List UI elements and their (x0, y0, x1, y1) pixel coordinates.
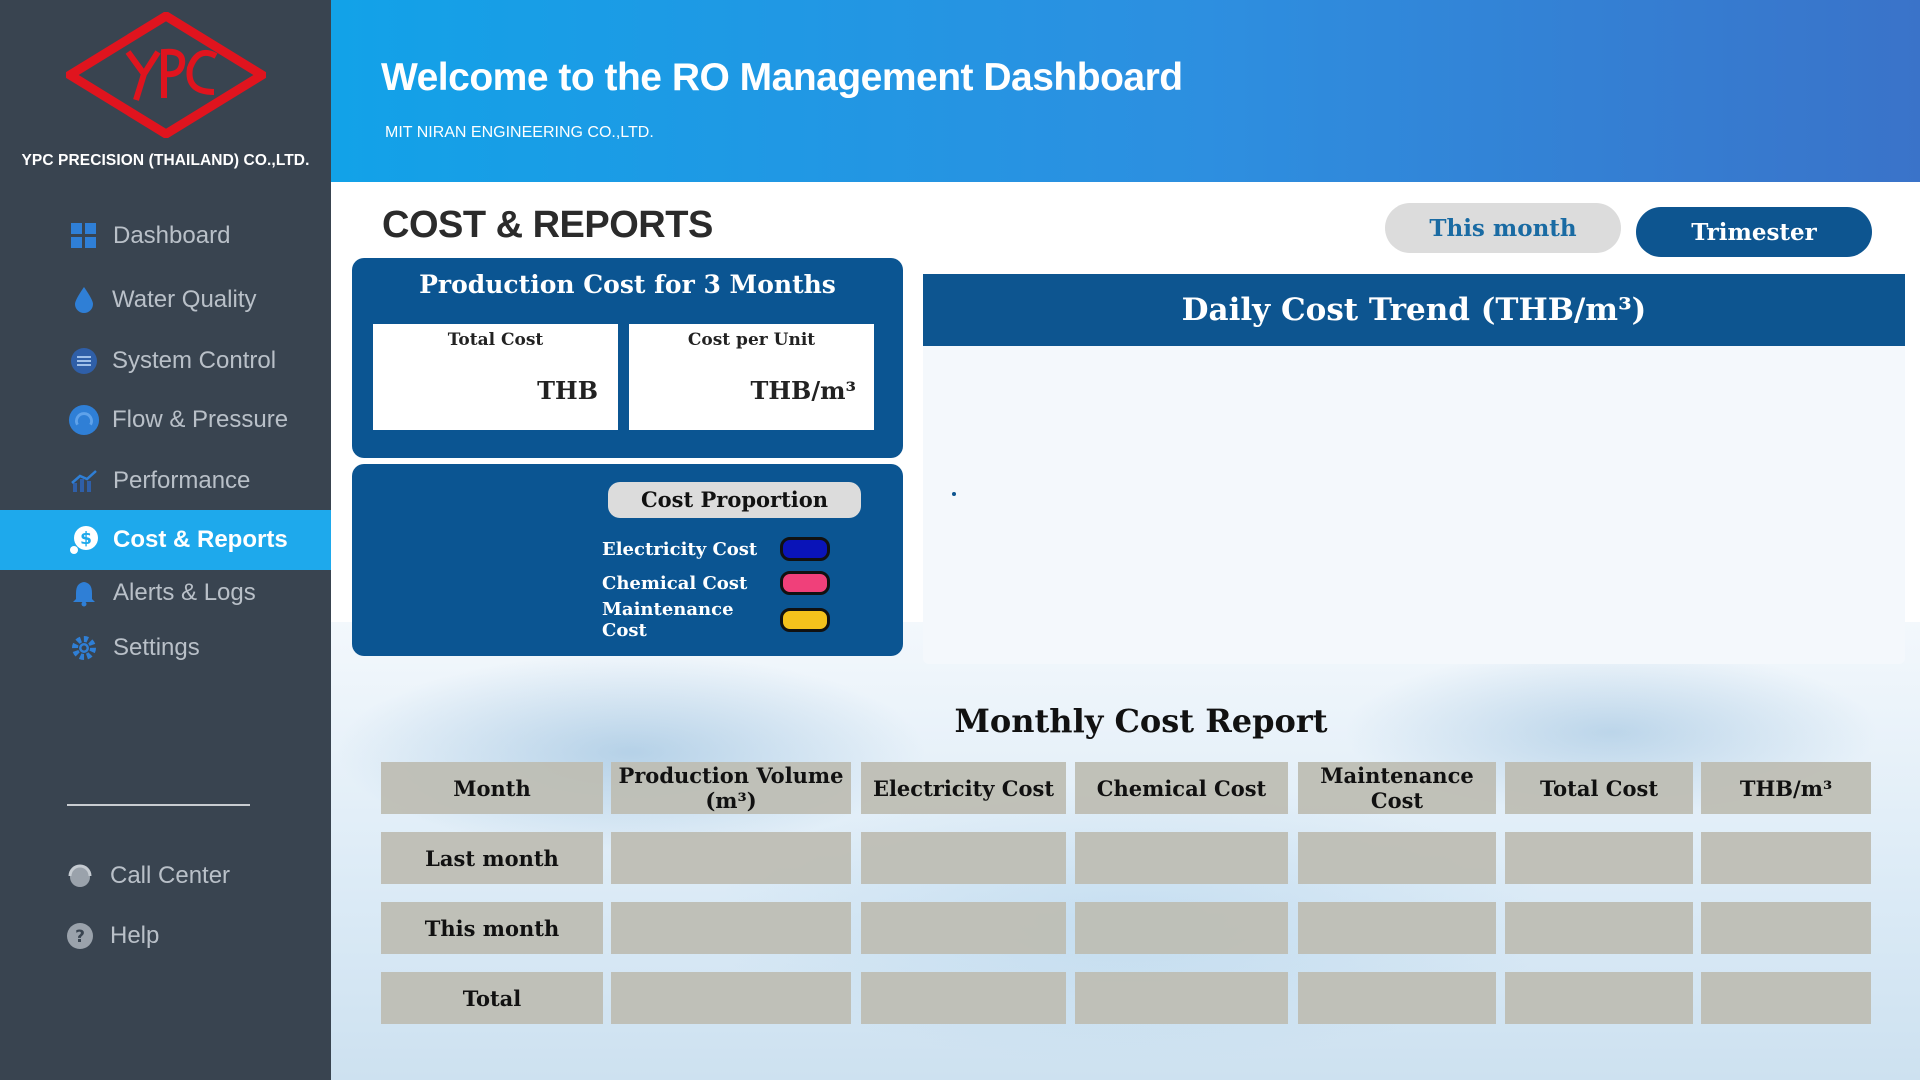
table-cell (861, 902, 1066, 954)
sidebar-item-label: System Control (112, 347, 277, 374)
table-header-cell: Electricity Cost (861, 762, 1066, 814)
production-cost-card: Production Cost for 3 Months Total Cost … (352, 258, 903, 458)
sidebar-item-label: Dashboard (113, 222, 231, 249)
daily-cost-trend-panel: Daily Cost Trend (THB/m³) (923, 274, 1905, 664)
page-title: COST & REPORTS (382, 204, 713, 246)
chart-point (952, 492, 956, 496)
sidebar-item-label: Water Quality (112, 286, 257, 313)
svg-text:$: $ (80, 529, 92, 549)
main-content: COST & REPORTS This month Trimester Prod… (331, 182, 1920, 1080)
table-cell (1505, 832, 1693, 884)
sidebar-item-settings[interactable]: Settings (0, 618, 331, 678)
water-drop-icon (68, 284, 100, 316)
table-header-cell: Chemical Cost (1075, 762, 1288, 814)
sidebar-item-help[interactable]: ? Help (0, 906, 331, 966)
trend-chart-icon (68, 465, 100, 497)
sidebar-item-alerts-logs[interactable]: Alerts & Logs (0, 563, 331, 623)
sliders-icon (68, 345, 100, 377)
sidebar-item-dashboard[interactable]: Dashboard (0, 206, 331, 266)
gear-icon (68, 632, 100, 664)
table-cell (1701, 832, 1871, 884)
sidebar-item-flow-pressure[interactable]: Flow & Pressure (0, 390, 331, 450)
sidebar-item-performance[interactable]: Performance (0, 451, 331, 511)
legend-item-maintenance: Maintenance Cost (602, 599, 830, 641)
company-logo (66, 12, 266, 138)
table-cell (1298, 902, 1496, 954)
this-month-button[interactable]: This month (1385, 203, 1621, 253)
legend-label: Maintenance Cost (602, 599, 734, 641)
sidebar-item-cost-reports[interactable]: $ Cost & Reports (0, 510, 331, 570)
sidebar-item-label: Help (110, 922, 160, 949)
cost-per-unit-label: Cost per Unit (687, 330, 816, 350)
table-cell (1298, 832, 1496, 884)
header-subtitle: MIT NIRAN ENGINEERING CO.,LTD. (385, 124, 654, 141)
svg-text:?: ? (75, 927, 85, 947)
table-cell (611, 832, 851, 884)
legend-label: Electricity Cost (602, 538, 758, 560)
table-row-label: Last month (381, 832, 603, 884)
sidebar-item-label: Performance (113, 467, 251, 494)
legend-swatch-electricity (780, 537, 830, 561)
table-cell (1505, 972, 1693, 1024)
table-cell (1701, 902, 1871, 954)
table-row-label: Total (381, 972, 603, 1024)
table-cell (1505, 902, 1693, 954)
table-header-cell: Maintenance Cost (1298, 762, 1496, 814)
table-cell (611, 972, 851, 1024)
trimester-button[interactable]: Trimester (1636, 207, 1872, 257)
table-cell (861, 832, 1066, 884)
table-cell (861, 972, 1066, 1024)
report-title: Monthly Cost Report (954, 702, 1328, 740)
table-row-label: This month (381, 902, 603, 954)
production-cost-title: Production Cost for 3 Months (419, 270, 836, 299)
table-header-cell: Production Volume (m³) (611, 762, 851, 814)
table-cell (1701, 972, 1871, 1024)
sidebar-item-system-control[interactable]: System Control (0, 331, 331, 391)
legend-swatch-maintenance (780, 608, 830, 632)
chart-plot-area (952, 492, 956, 496)
header-title: Welcome to the RO Management Dashboard (381, 56, 1183, 99)
total-cost-label: Total Cost (447, 330, 544, 350)
table-cell (611, 902, 851, 954)
question-icon: ? (64, 920, 96, 952)
headset-icon (64, 860, 96, 892)
header-banner: Welcome to the RO Management Dashboard M… (331, 0, 1920, 182)
sidebar-divider (67, 804, 250, 806)
company-name: YPC PRECISION (THAILAND) CO.,LTD. (21, 152, 310, 169)
legend-label: Chemical Cost (602, 572, 748, 594)
sidebar-item-water-quality[interactable]: Water Quality (0, 270, 331, 330)
sidebar-item-label: Flow & Pressure (112, 406, 289, 433)
table-header-cell: Month (381, 762, 603, 814)
table-cell (1075, 972, 1288, 1024)
gauge-icon (68, 404, 100, 436)
table-cell (1075, 902, 1288, 954)
table-cell (1298, 972, 1496, 1024)
total-cost-unit: THB (537, 376, 598, 405)
dollar-coin-icon: $ (68, 524, 100, 556)
chart-title: Daily Cost Trend (THB/m³) (923, 274, 1905, 346)
sidebar-item-label: Call Center (110, 862, 231, 889)
grid-icon (68, 220, 100, 252)
table-cell (1075, 832, 1288, 884)
cost-per-unit-box: Cost per Unit THB/m³ (629, 324, 874, 430)
sidebar-item-label: Cost & Reports (113, 526, 288, 553)
sidebar-item-call-center[interactable]: Call Center (0, 846, 331, 906)
table-header-cell: Total Cost (1505, 762, 1693, 814)
cost-proportion-card: Cost Proportion Electricity Cost Chemica… (352, 464, 903, 656)
sidebar-item-label: Alerts & Logs (113, 579, 256, 606)
sidebar: YPC PRECISION (THAILAND) CO.,LTD. Dashbo… (0, 0, 331, 1080)
legend-item-electricity: Electricity Cost (602, 536, 830, 562)
legend-item-chemical: Chemical Cost (602, 570, 830, 596)
table-header-cell: THB/m³ (1701, 762, 1871, 814)
legend-swatch-chemical (780, 571, 830, 595)
sidebar-item-label: Settings (113, 634, 200, 661)
total-cost-box: Total Cost THB (373, 324, 618, 430)
cost-proportion-title: Cost Proportion (608, 482, 861, 518)
cost-per-unit-unit: THB/m³ (750, 376, 857, 405)
bell-icon (68, 577, 100, 609)
